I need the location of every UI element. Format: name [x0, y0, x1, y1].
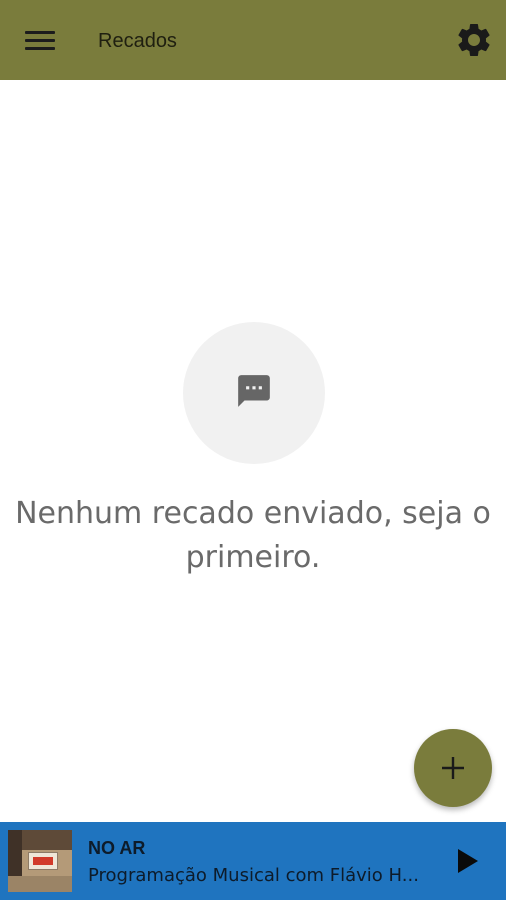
gear-icon: [458, 23, 490, 56]
program-cover-image: [8, 830, 72, 892]
hamburger-menu-icon: [25, 31, 55, 34]
player-program-name: Programação Musical com Flávio H...: [88, 865, 419, 886]
player-status: NO AR: [88, 838, 146, 858]
play-icon: [458, 849, 478, 873]
app-bar: Recados: [0, 0, 506, 80]
mini-player[interactable]: NO AR Programação Musical com Flávio H..…: [0, 822, 506, 900]
on-air-sign-image: [28, 852, 58, 870]
add-message-button[interactable]: [414, 729, 492, 807]
settings-button[interactable]: [454, 20, 494, 60]
menu-button[interactable]: [22, 26, 58, 54]
empty-state-illustration: [183, 322, 325, 464]
play-button[interactable]: [450, 844, 484, 878]
chat-bubble-icon: [238, 375, 270, 407]
empty-state-message: Nenhum recado enviado, seja o primeiro.: [15, 496, 491, 575]
page-title: Recados: [98, 30, 177, 52]
plus-icon: [442, 757, 464, 779]
